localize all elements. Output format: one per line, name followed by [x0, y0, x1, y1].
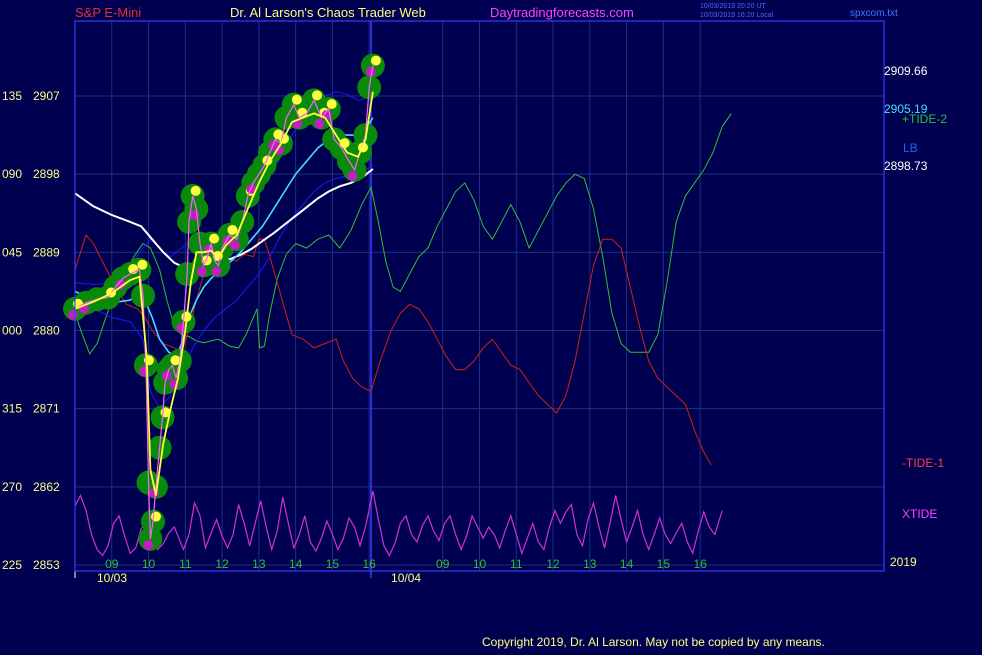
- y-price-label-4: 2889: [33, 245, 60, 259]
- y-code-label-2: 315: [2, 402, 22, 416]
- price-label-2: 2898.73: [884, 159, 928, 173]
- y-code-label-6: 135: [2, 89, 22, 103]
- x-tick-label-14: 15: [657, 557, 671, 571]
- x-tick-label-6: 15: [326, 557, 340, 571]
- high-dot-44: [291, 94, 302, 105]
- x-tick-label-10: 11: [510, 557, 523, 571]
- year-label: 2019: [890, 555, 917, 569]
- x-tick-label-4: 13: [252, 557, 266, 571]
- x-tick-label-12: 13: [583, 557, 597, 571]
- lb-label: LB: [903, 141, 918, 155]
- price-label-0: 2909.66: [884, 64, 928, 78]
- xtide-label: XTIDE: [902, 507, 937, 521]
- y-code-label-0: 225: [2, 558, 22, 572]
- tide-minus-label: -TIDE-1: [902, 456, 944, 470]
- date-label-0: 10/03: [97, 571, 127, 585]
- high-dot-33: [227, 224, 238, 235]
- y-price-label-0: 2853: [33, 558, 60, 572]
- copyright-notice: Copyright 2019, Dr. Al Larson. May not b…: [482, 635, 825, 649]
- high-dot-47: [312, 90, 323, 101]
- low-dot-31: [211, 266, 222, 277]
- chart-canvas: 225 2853 270 2862 315 2871 000 2880 045 2889 090 28…: [0, 0, 982, 650]
- x-tick-label-0: 09: [105, 557, 119, 571]
- data-file-name: spxcom.txt: [850, 8, 898, 19]
- timestamp-ut: 10/03/2019 20:20 UT: [700, 3, 766, 10]
- x-tick-label-5: 14: [289, 557, 303, 571]
- timestamp-local: 10/03/2019 16:20 Local: [700, 12, 774, 19]
- x-tick-label-13: 14: [620, 557, 634, 571]
- high-dot-7: [137, 259, 148, 270]
- x-tick-label-3: 12: [215, 557, 229, 571]
- low-dot-27: [196, 266, 207, 277]
- y-code-label-3: 000: [2, 324, 22, 338]
- y-code-label-1: 270: [2, 480, 22, 494]
- x-tick-label-1: 10: [142, 557, 156, 571]
- x-tick-label-2: 11: [179, 557, 192, 571]
- low-dot-0: [68, 309, 78, 320]
- high-dot-24: [190, 185, 201, 196]
- date-label-1: 10/04: [391, 571, 421, 585]
- y-price-label-3: 2880: [33, 324, 60, 338]
- instrument-title: S&P E-Mini: [75, 5, 141, 20]
- low-dot-11: [143, 539, 154, 550]
- high-dot-57: [370, 55, 381, 66]
- x-tick-label-11: 12: [546, 557, 560, 571]
- low-dot-48: [314, 118, 325, 129]
- x-tick-label-9: 10: [473, 557, 487, 571]
- y-price-label-6: 2907: [33, 89, 60, 103]
- y-price-label-2: 2871: [33, 402, 60, 416]
- low-dot-53: [347, 170, 358, 181]
- x-tick-label-8: 09: [436, 557, 450, 571]
- x-tick-label-7: 16: [363, 557, 377, 571]
- chart-window: 225 2853 270 2862 315 2871 000 2880 045 2889 090 28…: [0, 0, 982, 650]
- x-tick-label-15: 16: [693, 557, 707, 571]
- low-dot-34: [229, 240, 240, 251]
- tide-plus-label: +TIDE-2: [902, 112, 947, 126]
- site-url[interactable]: Daytradingforecasts.com: [490, 5, 634, 20]
- y-price-label-5: 2898: [33, 167, 60, 181]
- site-title: Dr. Al Larson's Chaos Trader Web: [230, 5, 426, 20]
- y-code-label-4: 045: [2, 245, 22, 259]
- chart-background: [0, 0, 982, 650]
- high-dot-12: [150, 511, 161, 522]
- high-dot-49: [326, 99, 337, 110]
- y-price-label-1: 2862: [33, 480, 60, 494]
- high-dot-29: [209, 233, 220, 244]
- y-code-label-5: 090: [2, 167, 22, 181]
